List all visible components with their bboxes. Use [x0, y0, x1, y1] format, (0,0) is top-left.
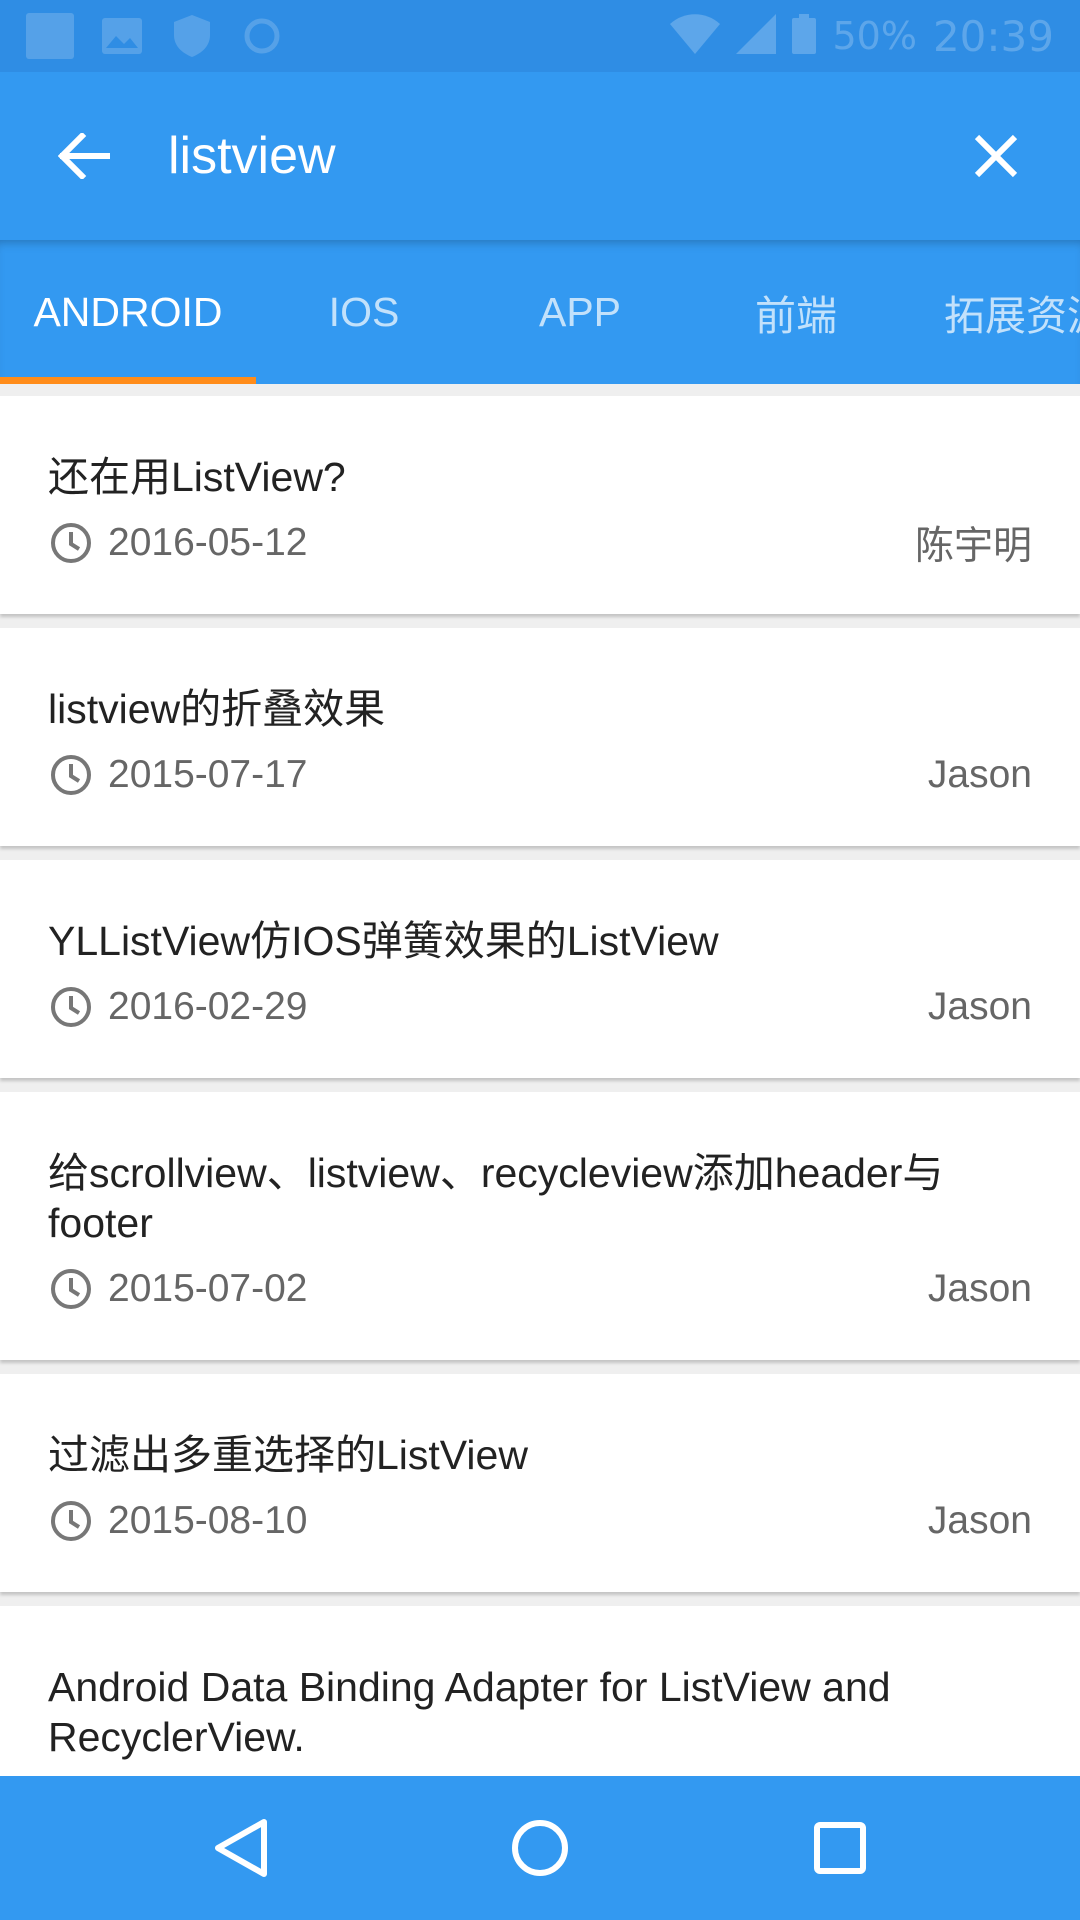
sync-icon — [240, 14, 284, 58]
article-meta: 2015-08-10 Jason — [48, 1496, 1032, 1546]
tab-app[interactable]: APP — [472, 240, 688, 384]
article-meta: 2015-07-17 Jason — [48, 750, 1032, 800]
arrow-left-icon — [58, 133, 110, 179]
article-date: 2015-08-10 — [108, 1499, 308, 1542]
article-card[interactable]: Android Data Binding Adapter for ListVie… — [0, 1606, 1080, 1776]
article-title: Android Data Binding Adapter for ListVie… — [48, 1664, 891, 1760]
wifi-icon — [670, 14, 721, 58]
article-meta: 2016-05-12 陈宇明 — [48, 518, 1032, 568]
clock-icon — [48, 752, 94, 798]
tab-indicator — [0, 377, 256, 384]
article-card[interactable]: YLListView仿IOS弹簧效果的ListView 2016-02-29 J… — [0, 860, 1080, 1078]
article-author: Jason — [927, 1267, 1032, 1310]
nav-home-button[interactable] — [490, 1798, 590, 1898]
article-author: 陈宇明 — [914, 525, 1032, 568]
clock-time: 20:39 — [932, 11, 1054, 61]
notification-square-icon — [26, 13, 74, 59]
tab-extended-resources[interactable]: 拓展资源 — [904, 240, 1080, 384]
article-card[interactable]: 给scrollview、listview、recycleview添加header… — [0, 1092, 1080, 1360]
article-date: 2016-05-12 — [108, 521, 308, 564]
shield-icon — [170, 14, 214, 58]
clock-icon — [48, 1498, 94, 1544]
nav-home-icon — [512, 1820, 568, 1876]
search-toolbar — [0, 72, 1080, 240]
article-list[interactable]: 还在用ListView? 2016-05-12 陈宇明 listview的折叠效… — [0, 384, 1080, 1776]
nav-recent-icon — [814, 1822, 866, 1874]
article-date: 2015-07-02 — [108, 1267, 308, 1310]
search-input[interactable] — [168, 101, 936, 211]
category-tabs: ANDROID IOS APP 前端 拓展资源 — [0, 240, 1080, 384]
article-title: 给scrollview、listview、recycleview添加header… — [48, 1150, 944, 1246]
tab-ios[interactable]: IOS — [256, 240, 472, 384]
article-meta: 2016-02-29 Jason — [48, 982, 1032, 1032]
article-card[interactable]: listview的折叠效果 2015-07-17 Jason — [0, 628, 1080, 846]
nav-back-button[interactable] — [190, 1798, 290, 1898]
article-meta: 2015-07-02 Jason — [48, 1264, 1032, 1314]
tab-frontend[interactable]: 前端 — [688, 240, 904, 384]
article-title: YLListView仿IOS弹簧效果的ListView — [48, 918, 719, 964]
clock-icon — [48, 520, 94, 566]
status-notifications — [26, 13, 284, 59]
battery-icon — [792, 14, 817, 58]
system-navigation-bar — [0, 1776, 1080, 1920]
back-button[interactable] — [24, 96, 144, 216]
clock-icon — [48, 984, 94, 1030]
battery-percent: 50% — [832, 14, 917, 58]
article-title: listview的折叠效果 — [48, 686, 386, 732]
status-bar: 50% 20:39 — [0, 0, 1080, 72]
nav-recent-button[interactable] — [790, 1798, 890, 1898]
article-date: 2015-07-17 — [108, 753, 308, 796]
article-date: 2016-02-29 — [108, 985, 308, 1028]
article-title: 过滤出多重选择的ListView — [48, 1432, 528, 1478]
article-author: Jason — [927, 1499, 1032, 1542]
clock-icon — [48, 1266, 94, 1312]
article-card[interactable]: 还在用ListView? 2016-05-12 陈宇明 — [0, 396, 1080, 614]
signal-icon — [736, 14, 777, 58]
article-card[interactable]: 过滤出多重选择的ListView 2015-08-10 Jason — [0, 1374, 1080, 1592]
article-author: Jason — [927, 985, 1032, 1028]
nav-back-icon — [215, 1819, 267, 1877]
status-system: 50% 20:39 — [670, 12, 1054, 61]
article-author: Jason — [927, 753, 1032, 796]
close-icon — [974, 134, 1018, 178]
tab-android[interactable]: ANDROID — [0, 240, 256, 384]
article-title: 还在用ListView? — [48, 454, 346, 500]
clear-search-button[interactable] — [936, 96, 1056, 216]
image-icon — [100, 14, 144, 58]
